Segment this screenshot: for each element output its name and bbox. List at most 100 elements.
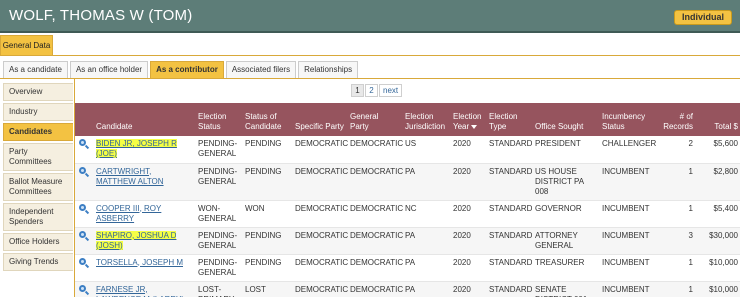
view-details-cell[interactable] [75,163,93,201]
magnifier-handle [84,209,90,214]
cell-type: STANDARD [486,227,532,255]
candidate-link[interactable]: BIDEN JR, JOSEPH R (JOE) [96,139,177,158]
sidebar-item-ballot-measure-committees[interactable]: Ballot Measure Committees [3,173,73,201]
cell-jurisdiction: PA [402,163,450,201]
tab-associated-filers[interactable]: Associated filers [225,61,297,79]
cell-records: 2 [656,136,696,164]
sidebar-item-giving-trends[interactable]: Giving Trends [3,253,73,271]
magnifier-icon[interactable] [79,139,90,150]
cell-status: WON [242,200,292,228]
candidate-link[interactable]: SHAPIRO, JOSHUA D (JOSH) [96,230,177,250]
cell-status: PENDING [242,136,292,164]
candidates-table: Candidate Election Status Status of Cand… [75,103,740,297]
candidate-link[interactable]: TORSELLA, JOSEPH M [96,258,183,267]
cell-type: STANDARD [486,254,532,282]
candidate-link[interactable]: CARTWRIGHT, MATTHEW ALTON [96,167,164,186]
view-details-cell[interactable] [75,254,93,282]
cell-total: $30,000 [696,227,740,255]
entity-type-badge: Individual [673,10,732,25]
magnifier-handle [84,144,90,150]
cell-specific-party: DEMOCRATIC [292,163,348,201]
cell-specific-party: DEMOCRATIC [292,281,348,297]
cell-jurisdiction: PA [402,281,450,297]
tab-as-a-candidate[interactable]: As a candidate [3,61,68,79]
cell-type: STANDARD [486,163,532,201]
sidebar-item-party-committees[interactable]: Party Committees [3,143,73,171]
column-header-office-sought[interactable]: Office Sought [532,103,599,136]
tab-as-an-office-holder[interactable]: As an office holder [69,61,149,79]
tab-as-a-contributor[interactable]: As a contributor [150,61,224,79]
cell-total: $10,000 [696,254,740,282]
column-header-incumbency-status[interactable]: Incumbency Status [599,103,656,136]
magnifier-handle [84,263,90,268]
table-header-row: Candidate Election Status Status of Cand… [75,103,740,136]
cell-jurisdiction: PA [402,227,450,255]
column-header-general-party[interactable]: General Party [347,103,402,136]
cell-year: 2020 [450,254,486,282]
candidate-link[interactable]: COOPER III, ROY ASBERRY [96,204,161,223]
cell-total: $10,000 [696,281,740,297]
cell-incumbency: CHALLENGER [599,136,656,164]
cell-status: LOST [242,281,292,297]
column-header-specific-party[interactable]: Specific Party [292,103,347,136]
candidate-link[interactable]: FARNESE JR, LAWRENCE M (LARRY) [96,285,184,297]
magnifier-icon[interactable] [79,230,90,241]
column-header-election-jurisdiction[interactable]: Election Jurisdiction [402,103,450,136]
view-details-cell[interactable] [75,136,93,164]
table-body: BIDEN JR, JOSEPH R (JOE) PENDING-GENERAL P… [75,136,740,297]
page-title: WOLF, THOMAS W (TOM) [9,7,193,24]
column-header-election-status[interactable]: Election Status [195,103,242,136]
tab-general-data[interactable]: General Data [0,35,53,56]
page-2-button[interactable]: 2 [365,84,378,97]
cell-records: 1 [656,163,696,201]
column-header-election-year[interactable]: Election Year [450,103,486,136]
cell-total: $5,600 [696,136,740,164]
sidebar-item-candidates[interactable]: Candidates [3,123,73,141]
sidebar-item-industry[interactable]: Industry [3,103,73,121]
sidebar-item-office-holders[interactable]: Office Holders [3,233,73,251]
column-header-records[interactable]: # of Records [656,103,696,136]
sort-descending-icon [471,124,478,129]
sidebar-item-independent-spenders[interactable]: Independent Spenders [3,203,73,231]
table-row: SHAPIRO, JOSHUA D (JOSH) PENDING-GENERAL P… [75,227,740,255]
cell-records: 1 [656,254,696,282]
page-1-button[interactable]: 1 [351,84,364,97]
candidate-cell: BIDEN JR, JOSEPH R (JOE) [93,136,195,164]
main-panel: 1 2 next Candidate Election Status Statu… [74,79,740,297]
cell-general-party: DEMOCRATIC [347,136,403,164]
cell-specific-party: DEMOCRATIC [292,136,348,164]
table-row: FARNESE JR, LAWRENCE M (LARRY) LOST-PRIMA… [75,281,740,297]
cell-incumbency: INCUMBENT [599,227,656,255]
view-details-cell[interactable] [75,227,93,255]
magnifier-icon[interactable] [79,284,90,295]
table-row: BIDEN JR, JOSEPH R (JOE) PENDING-GENERAL P… [75,136,740,164]
cell-incumbency: INCUMBENT [599,163,656,201]
magnifier-icon[interactable] [79,166,90,177]
cell-year: 2020 [450,163,486,201]
cell-office: US HOUSE DISTRICT PA 008 [532,163,599,201]
cell-year: 2020 [450,281,486,297]
sidebar-item-overview[interactable]: Overview [3,83,73,101]
magnifier-icon[interactable] [79,257,90,268]
pagination: 1 2 next [351,84,403,97]
cell-incumbency: INCUMBENT [599,281,656,297]
cell-records: 1 [656,281,696,297]
cell-general-party: DEMOCRATIC [347,200,403,228]
next-page-button[interactable]: next [379,84,403,97]
column-header-label: Election Year [453,112,482,131]
column-header-election-type[interactable]: Election Type [486,103,532,136]
cell-office: GOVERNOR [532,200,599,228]
view-details-cell[interactable] [75,200,93,228]
cell-total: $2,800 [696,163,740,201]
column-header-total[interactable]: Total $ [696,103,740,136]
cell-election-status: WON-GENERAL [195,200,242,228]
cell-status: PENDING [242,163,292,201]
column-header-status-of-candidate[interactable]: Status of Candidate [242,103,292,136]
sidebar: Overview Industry Candidates Party Committe… [3,83,73,273]
column-header-candidate[interactable]: Candidate [93,103,195,136]
magnifier-icon[interactable] [79,203,90,214]
tab-relationships[interactable]: Relationships [298,61,359,79]
candidate-cell: TORSELLA, JOSEPH M [93,254,195,282]
view-details-cell[interactable] [75,281,93,297]
cell-office: SENATE DISTRICT 001 [532,281,599,297]
